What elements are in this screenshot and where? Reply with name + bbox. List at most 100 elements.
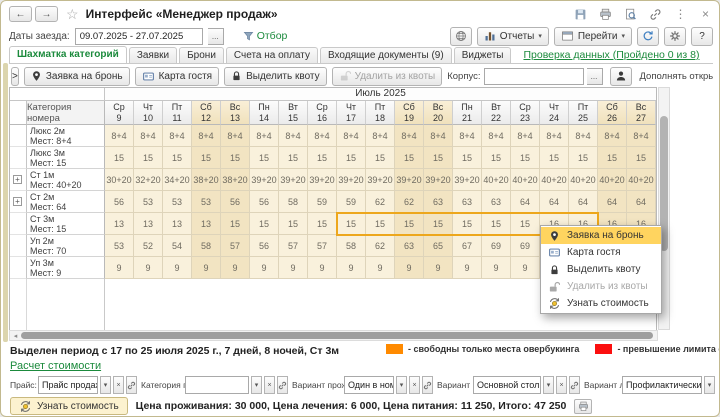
grid-cell[interactable]: 8+4 <box>395 125 424 147</box>
help-button[interactable]: ? <box>691 27 713 46</box>
grid-cell[interactable]: 59 <box>337 191 366 213</box>
grid-cell[interactable]: 32+20 <box>134 169 163 191</box>
clear-button[interactable]: × <box>113 376 124 394</box>
select-button[interactable]: ▾ <box>543 376 554 394</box>
grid-cell[interactable]: 15 <box>134 147 163 169</box>
grid-cell[interactable]: 64 <box>627 191 656 213</box>
grid-cell[interactable]: 9 <box>366 257 395 279</box>
grid-cell[interactable]: 9 <box>250 257 279 279</box>
grid-cell[interactable]: 15 <box>250 147 279 169</box>
grid-cell[interactable]: 40+20 <box>627 169 656 191</box>
grid-cell[interactable]: 15 <box>511 147 540 169</box>
day-column-header[interactable]: Пт25 <box>569 101 598 125</box>
grid-cell[interactable]: 39+20 <box>337 169 366 191</box>
grid-cell[interactable]: 67 <box>453 235 482 257</box>
pricing-field-input-2[interactable]: Один в номере <box>344 376 394 394</box>
day-column-header[interactable]: Вт22 <box>482 101 511 125</box>
grid-cell[interactable]: 39+20 <box>250 169 279 191</box>
grid-cell[interactable]: 15 <box>482 147 511 169</box>
day-column-header[interactable]: Сб26 <box>598 101 627 125</box>
favorite-star-icon[interactable]: ☆ <box>66 6 79 23</box>
grid-cell[interactable]: 40+20 <box>569 169 598 191</box>
pricing-section-link[interactable]: Расчет стоимости <box>10 360 101 372</box>
grid-cell[interactable]: 9 <box>424 257 453 279</box>
grid-cell[interactable]: 15 <box>453 213 482 235</box>
web-service-button[interactable] <box>450 27 472 46</box>
grid-cell[interactable]: 13 <box>192 213 221 235</box>
context-menu-item-2[interactable]: Выделить квоту <box>541 261 661 278</box>
category-row-header[interactable]: Ст 1мМест: 40+20 <box>27 169 105 191</box>
grid-cell[interactable]: 15 <box>540 147 569 169</box>
grid-cell[interactable]: 8+4 <box>250 125 279 147</box>
pricing-field-input-3[interactable]: Основной стол <box>473 376 541 394</box>
select-button[interactable]: ▾ <box>251 376 262 394</box>
grid-cell[interactable]: 53 <box>134 191 163 213</box>
more-icon[interactable]: ⋮ <box>673 7 688 22</box>
grid-cell[interactable]: 8+4 <box>134 125 163 147</box>
clear-button[interactable]: × <box>556 376 567 394</box>
day-column-header[interactable]: Вс20 <box>424 101 453 125</box>
grid-cell[interactable]: 9 <box>221 257 250 279</box>
grid-cell[interactable]: 64 <box>569 191 598 213</box>
category-row-header[interactable]: Люкс 3мМест: 15 <box>27 147 105 169</box>
day-column-header[interactable]: Пн21 <box>453 101 482 125</box>
horizontal-scrollbar[interactable]: ◂ <box>9 330 658 341</box>
grid-cell[interactable]: 15 <box>627 147 656 169</box>
grid-cell[interactable]: 15 <box>569 147 598 169</box>
grid-cell[interactable]: 8+4 <box>163 125 192 147</box>
grid-cell[interactable]: 58 <box>279 191 308 213</box>
category-row-header[interactable]: Люкс 2мМест: 8+4 <box>27 125 105 147</box>
grid-cell[interactable]: 9 <box>279 257 308 279</box>
back-button[interactable]: ← <box>9 6 32 22</box>
grid-cell[interactable]: 39+20 <box>424 169 453 191</box>
grid-cell[interactable]: 8+4 <box>192 125 221 147</box>
grid-cell[interactable]: 58 <box>192 235 221 257</box>
grid-cell[interactable]: 39+20 <box>366 169 395 191</box>
grid-cell[interactable]: 63 <box>395 235 424 257</box>
copy-result-button[interactable] <box>574 399 592 414</box>
grid-cell[interactable]: 69 <box>511 235 540 257</box>
panel-splitter[interactable] <box>3 63 8 342</box>
grid-cell[interactable]: 8+4 <box>569 125 598 147</box>
grid-cell[interactable]: 30+20 <box>105 169 134 191</box>
day-column-header[interactable]: Вс27 <box>627 101 656 125</box>
refresh-button[interactable] <box>637 27 659 46</box>
grid-cell[interactable]: 8+4 <box>308 125 337 147</box>
grid-cell[interactable]: 8+4 <box>511 125 540 147</box>
grid-cell[interactable]: 9 <box>163 257 192 279</box>
grid-cell[interactable]: 9 <box>192 257 221 279</box>
grid-cell[interactable]: 54 <box>163 235 192 257</box>
grid-cell[interactable]: 57 <box>279 235 308 257</box>
day-column-header[interactable]: Чт17 <box>337 101 366 125</box>
grid-cell[interactable]: 63 <box>482 191 511 213</box>
tab-4[interactable]: Входящие документы (9) <box>320 47 452 63</box>
grid-cell[interactable]: 15 <box>395 213 424 235</box>
grid-cell[interactable]: 8+4 <box>482 125 511 147</box>
category-row-header[interactable]: Уп 2мМест: 70 <box>27 235 105 257</box>
grid-cell[interactable]: 59 <box>308 191 337 213</box>
toolbar-button-2[interactable]: Выделить квоту <box>224 67 327 86</box>
tab-0[interactable]: Шахматка категорий <box>9 46 127 63</box>
dates-input[interactable]: 09.07.2025 - 27.07.2025 <box>75 28 203 45</box>
grid-cell[interactable]: 15 <box>482 213 511 235</box>
grid-cell[interactable]: 13 <box>163 213 192 235</box>
grid-cell[interactable]: 39+20 <box>453 169 482 191</box>
day-column-header[interactable]: Сб19 <box>395 101 424 125</box>
grid-cell[interactable]: 57 <box>308 235 337 257</box>
day-column-header[interactable]: Вс13 <box>221 101 250 125</box>
grid-cell[interactable]: 15 <box>163 147 192 169</box>
forward-button[interactable]: → <box>35 6 58 22</box>
grid-cell[interactable]: 13 <box>105 213 134 235</box>
grid-cell[interactable]: 56 <box>250 235 279 257</box>
grid-cell[interactable]: 15 <box>105 147 134 169</box>
grid-cell[interactable]: 15 <box>250 213 279 235</box>
day-column-header[interactable]: Сб12 <box>192 101 221 125</box>
grid-cell[interactable]: 15 <box>395 147 424 169</box>
grid-cell[interactable]: 15 <box>192 147 221 169</box>
tab-1[interactable]: Заявки <box>129 47 177 63</box>
toolbar-button-0[interactable]: Заявка на бронь <box>24 67 130 86</box>
grid-cell[interactable]: 9 <box>105 257 134 279</box>
day-column-header[interactable]: Пт11 <box>163 101 192 125</box>
open-button[interactable] <box>126 376 137 394</box>
open-button[interactable] <box>277 376 288 394</box>
